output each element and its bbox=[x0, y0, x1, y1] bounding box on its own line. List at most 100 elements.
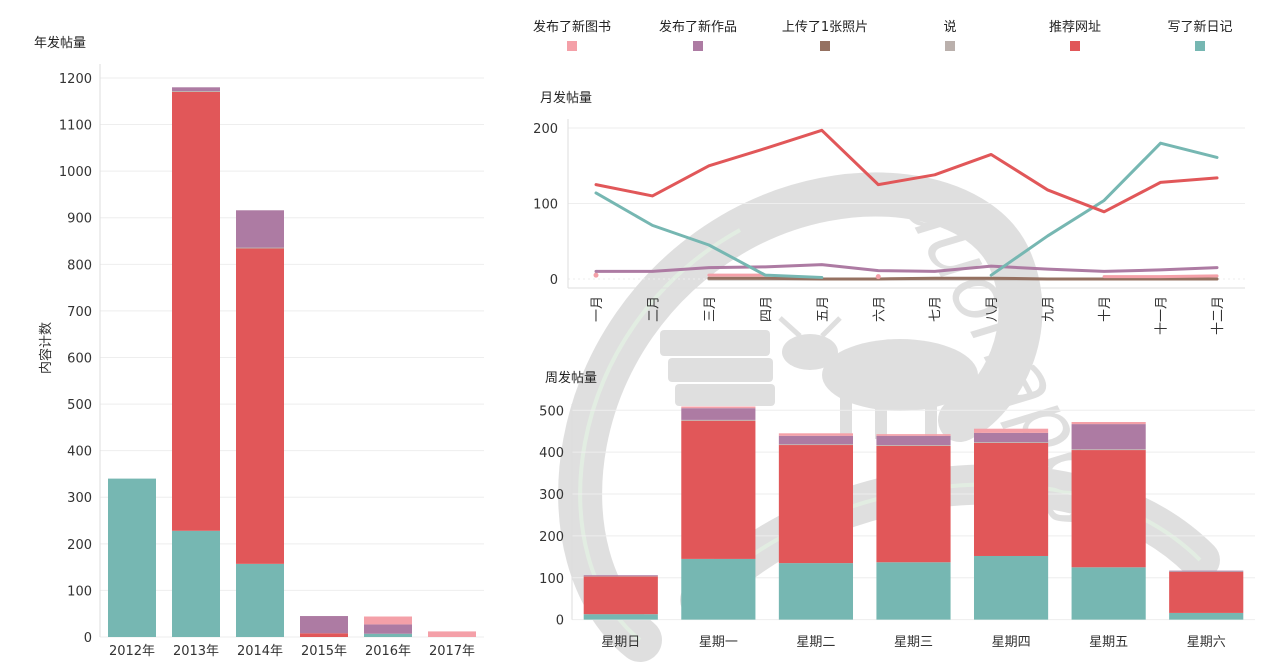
y-tick-label: 900 bbox=[67, 212, 92, 227]
bar-segment bbox=[108, 478, 156, 637]
monthly-chart-title: 月发帖量 bbox=[540, 90, 592, 106]
legend-label: 写了新日记 bbox=[1167, 19, 1232, 35]
legend-swatch bbox=[567, 41, 577, 51]
bar-segment bbox=[1169, 570, 1244, 572]
y-tick-label: 300 bbox=[539, 488, 564, 503]
y-tick-label: 500 bbox=[67, 398, 92, 413]
bar-segment bbox=[172, 91, 220, 92]
bar-segment bbox=[1071, 450, 1146, 568]
bar-segment bbox=[583, 575, 658, 577]
y-tick-label: 0 bbox=[550, 273, 558, 288]
bar-segment bbox=[681, 558, 756, 620]
bar-segment bbox=[973, 442, 1049, 443]
y-tick-label: 600 bbox=[67, 351, 92, 366]
bar-segment bbox=[973, 555, 1049, 620]
bar-segment bbox=[778, 444, 854, 446]
legend-label: 推荐网址 bbox=[1049, 20, 1101, 35]
y-tick-label: 200 bbox=[67, 538, 92, 553]
bar-segment bbox=[973, 432, 1049, 443]
x-tick-label: 2016年 bbox=[365, 644, 411, 659]
y-tick-label: 100 bbox=[67, 584, 92, 599]
bar-segment bbox=[300, 616, 348, 634]
legend: 发布了新图书 发布了新作品 上传了1张照片 说 推荐网址 写了新日记 bbox=[533, 19, 1233, 51]
bar-segment bbox=[364, 624, 412, 634]
bar-segment bbox=[681, 420, 756, 559]
x-tick-label: 2012年 bbox=[109, 644, 155, 659]
bar-segment bbox=[236, 563, 284, 637]
x-tick-label: 四月 bbox=[759, 296, 774, 322]
yearly-posts-chart: 年发帖量 内容计数 0 100 200 300 400 500 600 700 800 900 10… bbox=[34, 35, 484, 659]
bar-segment bbox=[583, 576, 658, 615]
x-tick-label: 二月 bbox=[646, 296, 661, 322]
watermark-books-icon bbox=[660, 330, 775, 406]
bar-segment bbox=[1071, 422, 1146, 425]
x-tick-label: 十月 bbox=[1098, 296, 1113, 322]
bar-segment bbox=[778, 445, 854, 564]
bar-segment bbox=[876, 562, 951, 620]
legend-label: 发布了新作品 bbox=[659, 19, 737, 35]
bar-segment bbox=[300, 633, 348, 637]
bar-segment bbox=[1169, 571, 1244, 613]
legend-swatch bbox=[1070, 41, 1080, 51]
x-tick-label: 九月 bbox=[1042, 296, 1057, 322]
y-tick-label: 1000 bbox=[59, 165, 92, 180]
x-tick-label: 五月 bbox=[816, 296, 831, 322]
legend-swatch bbox=[1195, 41, 1205, 51]
x-tick-label: 星期三 bbox=[894, 635, 933, 650]
bar-segment bbox=[1071, 449, 1146, 451]
bar-segment bbox=[1071, 567, 1146, 620]
yearly-chart-title: 年发帖量 bbox=[34, 35, 86, 51]
bar-segment bbox=[1071, 424, 1146, 450]
x-tick-label: 星期日 bbox=[601, 635, 640, 650]
bar-segment bbox=[681, 406, 756, 409]
bar-segment bbox=[364, 616, 412, 625]
y-tick-label: 100 bbox=[539, 572, 564, 587]
y-tick-label: 0 bbox=[84, 631, 92, 646]
x-tick-label: 2017年 bbox=[429, 644, 475, 659]
legend-label: 发布了新图书 bbox=[533, 19, 611, 35]
x-tick-label: 七月 bbox=[929, 296, 944, 322]
bar-segment bbox=[681, 408, 756, 420]
bar-segment bbox=[876, 445, 951, 563]
line-point bbox=[875, 274, 881, 280]
bar-segment bbox=[1169, 612, 1244, 620]
bar-segment bbox=[876, 435, 951, 446]
y-tick-label: 300 bbox=[67, 491, 92, 506]
bar-segment bbox=[172, 87, 220, 92]
bar-segment bbox=[681, 419, 756, 421]
y-tick-label: 200 bbox=[539, 530, 564, 545]
x-tick-label: 一月 bbox=[590, 296, 605, 322]
bar-segment bbox=[172, 530, 220, 637]
y-tick-label: 500 bbox=[539, 404, 564, 419]
legend-label: 上传了1张照片 bbox=[782, 20, 868, 35]
x-tick-label: 星期四 bbox=[992, 635, 1031, 650]
bar-segment bbox=[583, 614, 658, 620]
bar-segment bbox=[236, 247, 284, 249]
bar-segment bbox=[876, 445, 951, 446]
series-line bbox=[1102, 274, 1219, 279]
y-tick-label: 800 bbox=[67, 258, 92, 273]
x-tick-label: 十二月 bbox=[1211, 296, 1226, 335]
bar-segment bbox=[778, 433, 854, 436]
y-tick-label: 1100 bbox=[59, 119, 92, 134]
bar-segment bbox=[973, 442, 1049, 556]
x-tick-label: 六月 bbox=[872, 296, 887, 322]
x-tick-label: 星期五 bbox=[1089, 635, 1128, 650]
bar-segment bbox=[236, 210, 284, 248]
y-tick-label: 100 bbox=[533, 198, 558, 213]
y-tick-label: 200 bbox=[533, 122, 558, 137]
legend-swatch bbox=[820, 41, 830, 51]
y-tick-label: 1200 bbox=[59, 72, 92, 87]
bar-segment bbox=[364, 633, 412, 637]
x-tick-label: 2015年 bbox=[301, 644, 347, 659]
line-point bbox=[593, 272, 599, 278]
y-tick-label: 400 bbox=[539, 446, 564, 461]
y-tick-label: 700 bbox=[67, 305, 92, 320]
bar-segment bbox=[1169, 571, 1244, 572]
legend-label: 说 bbox=[943, 20, 956, 35]
bar-segment bbox=[172, 91, 220, 531]
legend-swatch bbox=[693, 41, 703, 51]
legend-swatch bbox=[945, 41, 955, 51]
bar-segment bbox=[778, 563, 854, 620]
bar-segment bbox=[236, 248, 284, 564]
